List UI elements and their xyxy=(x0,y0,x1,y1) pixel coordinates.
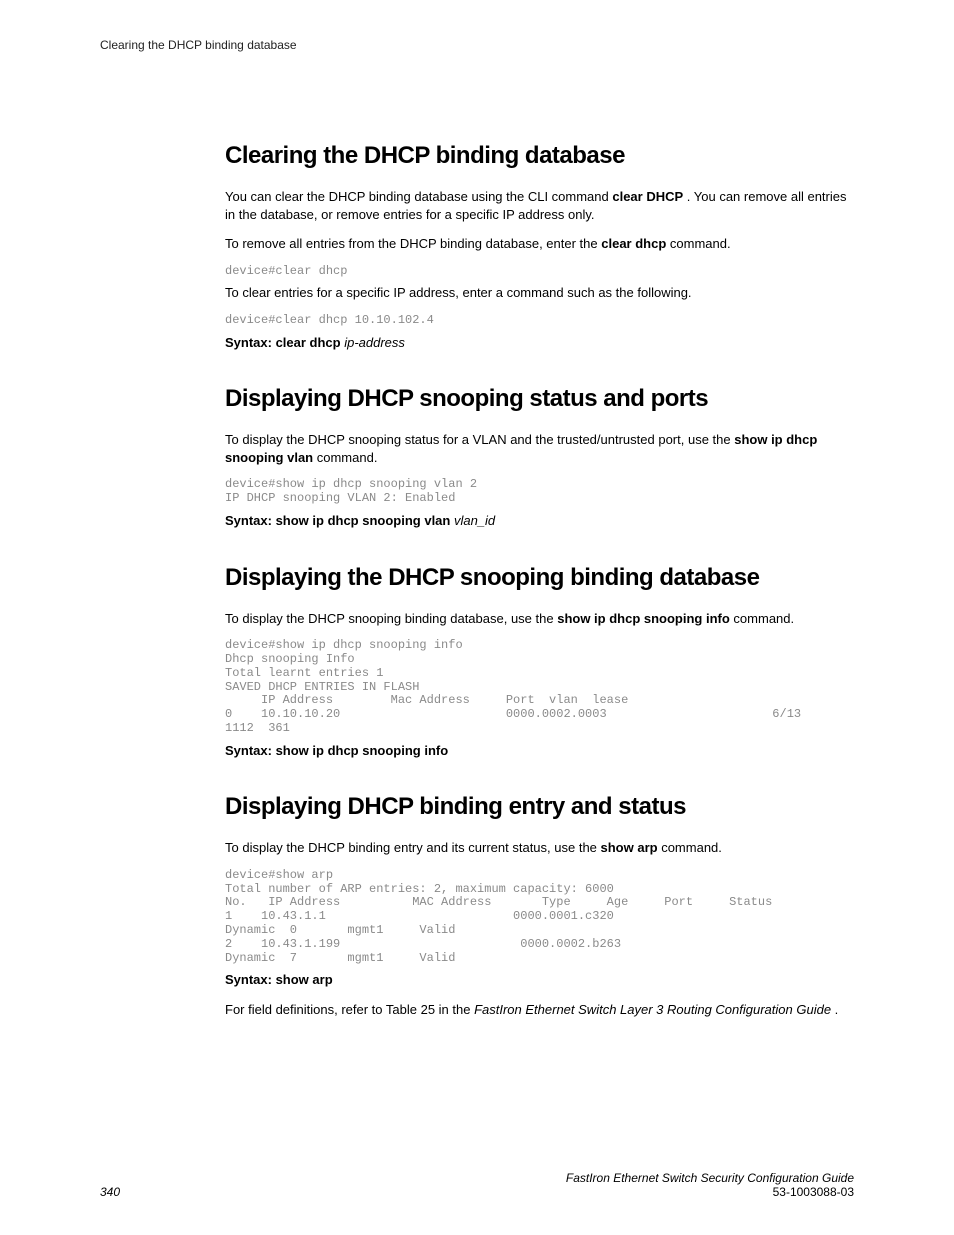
text: You can clear the DHCP binding database … xyxy=(225,189,612,204)
page: Clearing the DHCP binding database Clear… xyxy=(0,0,954,1018)
code-block: device#clear dhcp 10.10.102.4 xyxy=(225,314,854,328)
command-name: show arp xyxy=(601,840,658,855)
text: To display the DHCP snooping status for … xyxy=(225,432,734,447)
text: command. xyxy=(666,236,730,251)
syntax-arg: ip-address xyxy=(344,335,405,350)
paragraph: To display the DHCP binding entry and it… xyxy=(225,839,854,857)
footer-title: FastIron Ethernet Switch Security Config… xyxy=(566,1171,854,1185)
syntax-line: Syntax: show arp xyxy=(225,971,854,989)
paragraph: To remove all entries from the DHCP bind… xyxy=(225,235,854,253)
heading-binding-entry-status: Displaying DHCP binding entry and status xyxy=(225,793,854,821)
text: To display the DHCP snooping binding dat… xyxy=(225,611,557,626)
reference-title: FastIron Ethernet Switch Layer 3 Routing… xyxy=(474,1002,835,1017)
paragraph: To clear entries for a specific IP addre… xyxy=(225,284,854,302)
paragraph: To display the DHCP snooping status for … xyxy=(225,431,854,466)
syntax-line: Syntax: show ip dhcp snooping vlan vlan_… xyxy=(225,512,854,530)
text: command. xyxy=(730,611,794,626)
paragraph: For field definitions, refer to Table 25… xyxy=(225,1001,854,1019)
running-header: Clearing the DHCP binding database xyxy=(100,38,854,52)
syntax-arg: vlan_id xyxy=(454,513,495,528)
page-number: 340 xyxy=(100,1185,120,1199)
syntax-lead: Syntax: show ip dhcp snooping info xyxy=(225,743,448,758)
text: . xyxy=(835,1002,839,1017)
heading-snooping-binding-db: Displaying the DHCP snooping binding dat… xyxy=(225,564,854,592)
paragraph: To display the DHCP snooping binding dat… xyxy=(225,610,854,628)
syntax-lead: Syntax: show arp xyxy=(225,972,333,987)
code-block: device#show arp Total number of ARP entr… xyxy=(225,869,854,966)
syntax-line: Syntax: clear dhcp ip-address xyxy=(225,334,854,352)
command-name: show ip dhcp snooping info xyxy=(557,611,730,626)
heading-snooping-status: Displaying DHCP snooping status and port… xyxy=(225,385,854,413)
code-block: device#show ip dhcp snooping info Dhcp s… xyxy=(225,639,854,736)
footer-docnum: 53-1003088-03 xyxy=(566,1185,854,1199)
command-name: clear DHCP xyxy=(612,189,683,204)
text: To display the DHCP binding entry and it… xyxy=(225,840,601,855)
code-block: device#show ip dhcp snooping vlan 2 IP D… xyxy=(225,478,854,506)
syntax-lead: Syntax: show ip dhcp snooping vlan xyxy=(225,513,454,528)
syntax-line: Syntax: show ip dhcp snooping info xyxy=(225,742,854,760)
command-name: clear dhcp xyxy=(601,236,666,251)
page-footer: 340 FastIron Ethernet Switch Security Co… xyxy=(100,1171,854,1199)
paragraph: You can clear the DHCP binding database … xyxy=(225,188,854,223)
text: To remove all entries from the DHCP bind… xyxy=(225,236,601,251)
code-block: device#clear dhcp xyxy=(225,265,854,279)
text: command. xyxy=(658,840,722,855)
text: For field definitions, refer to Table 25… xyxy=(225,1002,474,1017)
syntax-lead: Syntax: clear dhcp xyxy=(225,335,344,350)
heading-clearing-dhcp: Clearing the DHCP binding database xyxy=(225,142,854,170)
footer-right: FastIron Ethernet Switch Security Config… xyxy=(566,1171,854,1199)
text: command. xyxy=(313,450,377,465)
page-content: Clearing the DHCP binding database You c… xyxy=(225,142,854,1018)
